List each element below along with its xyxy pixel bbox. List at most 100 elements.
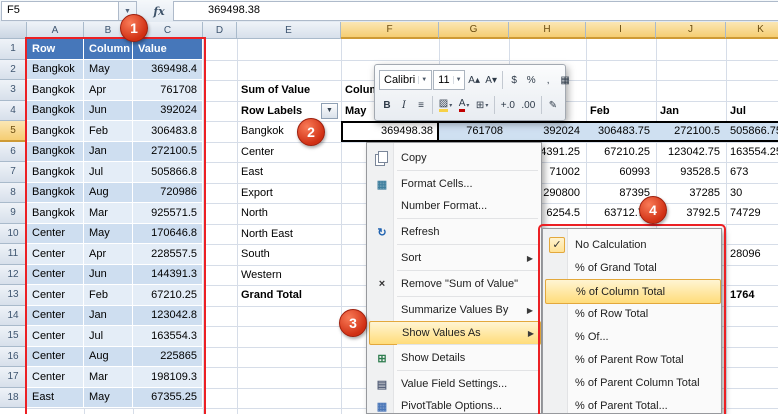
row-header-5[interactable]: 5 [0,121,27,142]
bold-button[interactable]: B [379,95,395,115]
font-color-button[interactable]: A▾ [456,95,472,115]
table-cell[interactable]: Jul [84,326,133,347]
menu-item-of-row-total[interactable]: % of Row Total [545,302,719,325]
table-cell[interactable]: 392024 [133,101,203,122]
select-all-corner[interactable] [0,22,27,39]
row-labels-filter-button[interactable]: ▼ [321,103,338,119]
shrink-font-button[interactable]: A▾ [483,70,499,90]
column-header-G[interactable]: G [439,22,509,39]
pivot-value-cell[interactable]: 28096 [730,244,778,265]
grow-font-button[interactable]: A▴ [466,70,482,90]
menu-item-of[interactable]: % Of... [545,325,719,348]
row-header-15[interactable]: 15 [0,326,27,347]
table-cell[interactable]: 67355.25 [133,388,203,409]
table-cell[interactable]: Center [27,285,84,306]
increase-decimal-button[interactable]: +.0 [498,95,518,115]
pivot-row-label[interactable]: Center [241,142,337,163]
table-cell[interactable]: Center [27,244,84,265]
fill-color-button[interactable]: ▨▾ [436,95,455,115]
menu-item-value-field-settings[interactable]: ▤Value Field Settings... [369,373,539,395]
table-cell[interactable]: 925571.5 [133,203,203,224]
menu-item-remove-sum-of-value[interactable]: ×Remove "Sum of Value" [369,273,539,295]
table-cell[interactable]: 761708 [133,80,203,101]
pivot-value-cell[interactable]: 30 [730,183,778,204]
menu-item-of-parent-row-total[interactable]: % of Parent Row Total [545,348,719,371]
table-cell[interactable]: 369498.4 [133,60,203,81]
pivot-value-cell[interactable]: 3792.5 [658,203,720,224]
menu-item-pivottable-options[interactable]: ▦PivotTable Options... [369,395,539,414]
table-cell[interactable]: Bangkok [27,162,84,183]
percent-style-button[interactable]: % [523,70,539,90]
table-cell[interactable]: 144391.3 [133,265,203,286]
accounting-format-button[interactable]: $ [506,70,522,90]
pivot-value-cell[interactable]: 392024 [511,121,580,142]
table-cell[interactable]: Jan [84,306,133,327]
font-size-combo[interactable]: 11▼ [433,70,465,90]
table-cell[interactable]: 225865 [133,347,203,368]
table-cell[interactable]: Center [27,265,84,286]
column-header-F[interactable]: F [341,22,439,39]
table-cell[interactable]: Bangkok [27,80,84,101]
row-header-9[interactable]: 9 [0,203,27,224]
pivot-value-cell[interactable]: 163554.25 [730,142,778,163]
row-header-3[interactable]: 3 [0,80,27,101]
table-cell[interactable]: May [84,388,133,409]
pivot-title-cell[interactable]: Sum of Value [241,80,337,101]
menu-item-show-values-as[interactable]: Show Values As▶ [369,321,541,345]
pivot-value-cell[interactable]: 87395 [588,183,650,204]
pivot-month-header[interactable]: Feb [590,101,652,122]
pivot-row-label[interactable]: Export [241,183,337,204]
table-cell[interactable]: Center [27,224,84,245]
table-cell[interactable]: 720986 [133,183,203,204]
pivot-value-cell[interactable]: 505866.75 [730,121,778,142]
table-cell[interactable]: 163554.3 [133,326,203,347]
table-cell[interactable]: Jan [84,142,133,163]
column-header-J[interactable]: J [656,22,726,39]
table-cell[interactable]: Bangkok [27,121,84,142]
pivot-row-label[interactable]: Grand Total [241,285,337,306]
menu-item-summarize-values-by[interactable]: Summarize Values By▶ [369,299,539,321]
table-cell[interactable]: Aug [84,347,133,368]
table-cell[interactable]: Mar [84,367,133,388]
row-header-10[interactable]: 10 [0,224,27,245]
pivot-value-cell[interactable]: 761708 [441,121,503,142]
table-cell[interactable]: 123042.8 [133,306,203,327]
table-cell[interactable]: Apr [84,244,133,265]
menu-item-of-parent-total[interactable]: % of Parent Total... [545,394,719,414]
format-painter-button[interactable]: ✎ [545,95,561,115]
table-cell[interactable]: Bangkok [27,60,84,81]
pivot-month-header[interactable]: Jan [660,101,722,122]
table-cell[interactable]: Bangkok [27,142,84,163]
row-header-14[interactable]: 14 [0,306,27,327]
pivot-month-header[interactable]: Jul [730,101,776,122]
column-header-K[interactable]: K [726,22,778,39]
menu-item-no-calculation[interactable]: ✓No Calculation [545,233,719,256]
menu-item-format-cells[interactable]: ▦Format Cells... [369,173,539,195]
table-cell[interactable]: Bangkok [27,203,84,224]
column-header-E[interactable]: E [237,22,341,39]
table-cell[interactable]: Center [27,347,84,368]
table-cell[interactable]: Center [27,306,84,327]
pivot-value-cell[interactable]: 37285 [658,183,720,204]
pivot-row-label[interactable]: North [241,203,337,224]
borders-button[interactable]: ⊞▾ [473,95,491,115]
decrease-decimal-button[interactable]: .00 [519,95,538,115]
table-cell[interactable]: May [84,60,133,81]
menu-item-of-grand-total[interactable]: % of Grand Total [545,256,719,279]
table-cell[interactable]: Bangkok [27,101,84,122]
pivot-value-cell[interactable]: 306483.75 [588,121,650,142]
pivot-row-label[interactable]: North East [241,224,337,245]
column-header-A[interactable]: A [27,22,84,39]
pivot-value-cell[interactable]: 272100.5 [658,121,720,142]
comma-style-button[interactable]: , [540,70,556,90]
row-header-17[interactable]: 17 [0,367,27,388]
row-header-11[interactable]: 11 [0,244,27,265]
table-cell[interactable]: Feb [84,121,133,142]
row-header-18[interactable]: 18 [0,388,27,409]
pivot-value-cell[interactable]: 1764 [730,285,778,306]
column-header-I[interactable]: I [586,22,656,39]
pivot-value-cell[interactable]: 74729 [730,203,778,224]
table-cell[interactable]: 306483.8 [133,121,203,142]
row-header-1[interactable]: 1 [0,39,27,60]
table-cell[interactable]: Jun [84,101,133,122]
